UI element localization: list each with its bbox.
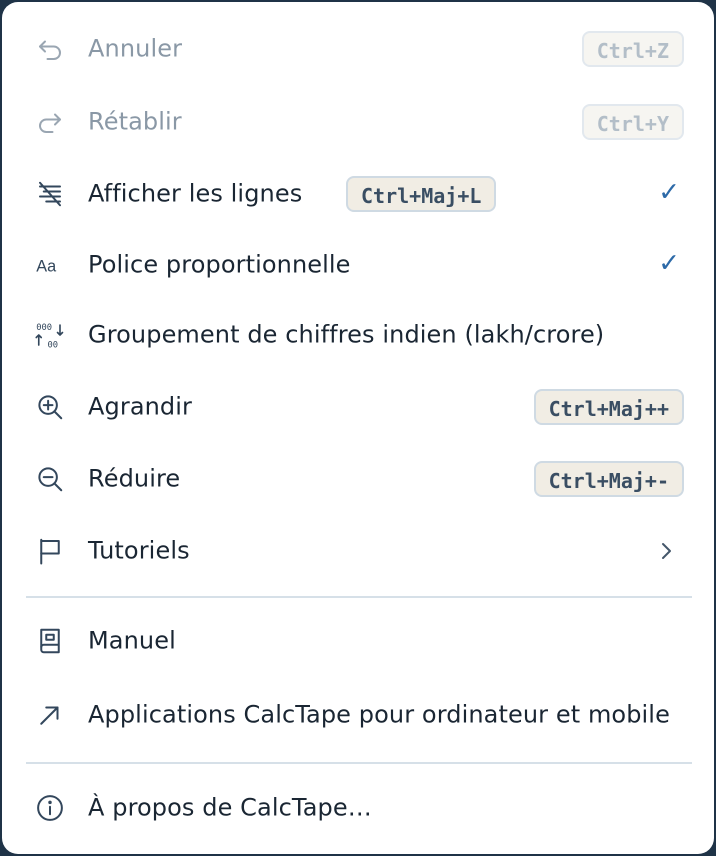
- book-icon: [34, 625, 66, 657]
- font-icon: Aa: [34, 249, 66, 281]
- show-lines-shortcut: Ctrl+Maj+L: [346, 176, 497, 212]
- apps-label: Applications CalcTape pour ordinateur et…: [88, 700, 670, 729]
- external-arrow-icon: [34, 699, 66, 731]
- show-lines-label: Afficher les lignes: [88, 179, 303, 208]
- chevron-right-icon: [656, 541, 676, 561]
- proportional-font-checkmark-icon: ✓: [658, 248, 680, 279]
- lines-icon: [34, 178, 66, 210]
- menu-item-about[interactable]: À propos de CalcTape…: [2, 778, 714, 838]
- menu-divider: [26, 762, 692, 764]
- redo-shortcut: Ctrl+Y: [581, 104, 684, 140]
- menu-divider: [26, 596, 692, 598]
- context-menu: Annuler Ctrl+Z Rétablir Ctrl+Y Afficher …: [2, 2, 714, 854]
- menu-item-redo[interactable]: Rétablir Ctrl+Y: [2, 92, 714, 152]
- zoom-in-label: Agrandir: [88, 392, 193, 421]
- svg-text:00: 00: [48, 341, 59, 351]
- proportional-font-label: Police proportionnelle: [88, 250, 351, 279]
- menu-item-manual[interactable]: Manuel: [2, 611, 714, 671]
- redo-label: Rétablir: [88, 107, 182, 136]
- show-lines-checkmark-icon: ✓: [658, 177, 680, 208]
- indian-grouping-label: Groupement de chiffres indien (lakh/cror…: [88, 320, 605, 349]
- menu-item-show-lines[interactable]: Afficher les lignes Ctrl+Maj+L ✓: [2, 164, 714, 224]
- tutorials-label: Tutoriels: [88, 536, 190, 565]
- menu-item-zoom-in[interactable]: Agrandir Ctrl+Maj++: [2, 377, 714, 437]
- menu-item-tutorials[interactable]: Tutoriels: [2, 521, 714, 581]
- manual-label: Manuel: [88, 626, 176, 655]
- menu-item-indian-grouping[interactable]: 000 00 Groupement de chiffres indien (la…: [2, 305, 714, 365]
- about-label: À propos de CalcTape…: [88, 793, 372, 822]
- digit-grouping-icon: 000 00: [34, 319, 66, 351]
- flag-icon: [34, 535, 66, 567]
- svg-text:000: 000: [36, 323, 52, 333]
- zoom-in-icon: [34, 391, 66, 423]
- svg-text:Aa: Aa: [36, 257, 57, 275]
- zoom-in-shortcut: Ctrl+Maj++: [533, 389, 684, 425]
- undo-icon: [34, 33, 66, 65]
- menu-item-proportional-font[interactable]: Aa Police proportionnelle ✓: [2, 235, 714, 295]
- menu-item-zoom-out[interactable]: Réduire Ctrl+Maj+-: [2, 449, 714, 509]
- undo-label: Annuler: [88, 34, 183, 63]
- zoom-out-icon: [34, 463, 66, 495]
- zoom-out-shortcut: Ctrl+Maj+-: [533, 461, 684, 497]
- undo-shortcut: Ctrl+Z: [581, 31, 684, 67]
- redo-icon: [34, 106, 66, 138]
- menu-item-undo[interactable]: Annuler Ctrl+Z: [2, 19, 714, 79]
- info-icon: [34, 792, 66, 824]
- zoom-out-label: Réduire: [88, 464, 181, 493]
- menu-item-apps[interactable]: Applications CalcTape pour ordinateur et…: [2, 685, 714, 745]
